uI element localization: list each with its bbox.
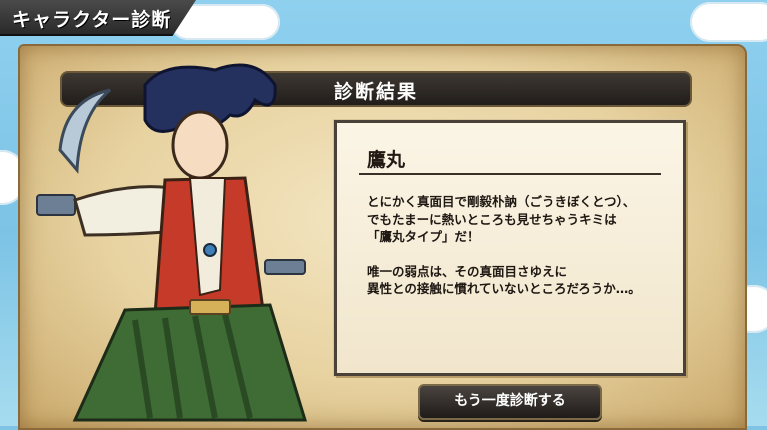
face (171, 110, 229, 180)
clasp-icon (203, 243, 217, 257)
description-line: とにかく真面目で剛毅朴訥（ごうきぼくとつ）、 (367, 194, 636, 209)
cloud (690, 2, 767, 42)
description-line: 「鷹丸タイプ」だ！ (367, 229, 480, 244)
corner-title: キャラクター診断 (12, 9, 172, 31)
character-description: とにかく真面目で剛毅朴訥（ごうきぼくとつ）、 でもたまーに熱いところも見せちゃう… (367, 193, 667, 298)
character-name: 鷹丸 (367, 149, 406, 171)
samurai-character-illustration (36, 63, 308, 422)
description-line: 唯一の弱点は、その真面目さゆえに (367, 263, 568, 279)
retry-diagnosis-button[interactable]: もう一度診断する (418, 384, 602, 420)
hakama-pants (72, 303, 308, 422)
description-gap (367, 246, 667, 263)
name-divider (359, 173, 661, 175)
belt (189, 299, 231, 315)
description-line: 異性との接触に慣れていないところだろうか…。 (367, 281, 641, 296)
corner-title-tab: キャラクター診断 (0, 0, 196, 36)
result-panel: 鷹丸 とにかく真面目で剛毅朴訥（ごうきぼくとつ）、 でもたまーに熱いところも見せ… (334, 120, 686, 376)
description-line: でもたまーに熱いところも見せちゃうキミは (367, 211, 617, 227)
sword-hilt-icon (264, 259, 306, 275)
